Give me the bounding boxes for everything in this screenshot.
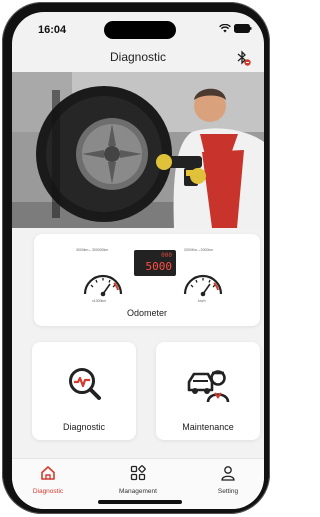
app-screen: 16:04 Diagnostic 3000km↔300000km 2000Km↔… xyxy=(12,12,264,509)
tab-setting[interactable]: Setting xyxy=(198,465,258,495)
tab-management[interactable]: Management xyxy=(108,465,168,495)
odometer-display-value: 5000 xyxy=(145,260,173,273)
home-icon xyxy=(41,466,55,480)
status-time: 16:04 xyxy=(38,24,67,36)
diagnostic-search-icon xyxy=(69,368,101,400)
odometer-display: 000 5000 xyxy=(134,250,176,276)
speedometer-gauge-left xyxy=(83,274,123,297)
battery-icon xyxy=(234,24,252,33)
hero-illustration xyxy=(12,72,264,228)
left-gauge-unit: x1000km xyxy=(92,299,107,303)
hero-mechanic-image xyxy=(12,72,264,228)
grid-icon xyxy=(130,465,146,481)
status-icons xyxy=(219,24,252,33)
status-bar: 16:04 xyxy=(12,12,264,42)
app-header: Diagnostic xyxy=(12,46,264,70)
maintenance-tile[interactable]: Maintenance xyxy=(156,342,260,440)
person-icon xyxy=(221,466,235,481)
home-indicator xyxy=(98,500,182,504)
wifi-icon xyxy=(219,24,231,33)
phone-frame: 16:04 Diagnostic 3000km↔300000km 2000Km↔… xyxy=(2,2,270,514)
right-gauge-unit: km/h xyxy=(198,299,206,303)
tab-diagnostic[interactable]: Diagnostic xyxy=(18,465,78,495)
odometer-label: Odometer xyxy=(126,308,168,318)
odometer-display-top: 000 xyxy=(161,252,172,259)
diagnostic-tile[interactable]: Diagnostic xyxy=(32,342,136,440)
dynamic-island xyxy=(104,21,176,39)
speedometer-gauge-right xyxy=(183,274,223,297)
maintenance-tile-label: Maintenance xyxy=(182,422,234,432)
page-title: Diagnostic xyxy=(109,50,167,64)
left-gauge-scale: 3000km↔300000km xyxy=(76,248,109,252)
bluetooth-off-icon[interactable] xyxy=(234,49,252,67)
right-gauge-scale: 2000Km↔2000km xyxy=(184,248,213,252)
tab-management-label: Management xyxy=(119,488,157,495)
diagnostic-tile-label: Diagnostic xyxy=(62,422,106,432)
maintenance-car-mechanic-icon xyxy=(187,370,230,403)
tab-setting-label: Setting xyxy=(217,488,239,495)
tab-diagnostic-label: Diagnostic xyxy=(32,488,64,495)
odometer-card[interactable]: 3000km↔300000km 2000Km↔2000km x1000km 00… xyxy=(34,234,260,326)
